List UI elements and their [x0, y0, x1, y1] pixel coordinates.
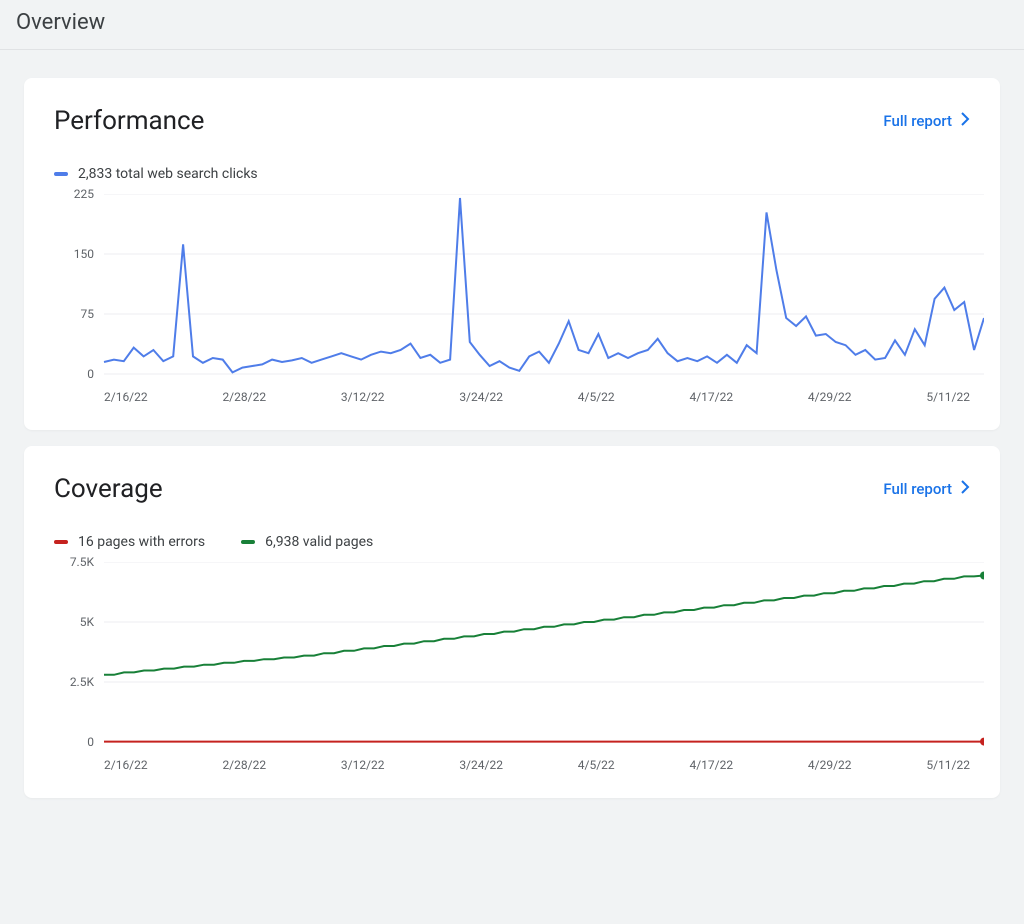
full-report-label: Full report — [883, 112, 952, 130]
x-tick-label: 4/29/22 — [808, 390, 852, 404]
x-tick-label: 4/17/22 — [689, 758, 733, 772]
y-tick-label: 75 — [81, 307, 95, 321]
performance-card-head: Performance Full report — [54, 106, 970, 136]
chart-svg — [54, 194, 984, 378]
x-axis-ticks: 2/16/22 2/28/22 3/12/22 3/24/22 4/5/22 4/17/2… — [104, 390, 970, 404]
chevron-right-icon — [960, 480, 970, 498]
performance-legend: 2,833 total web search clicks — [54, 166, 970, 182]
y-tick-label: 2.5K — [70, 675, 94, 689]
performance-chart: 075150225 2/16/222/28/223/12/223/24/224/… — [54, 194, 970, 406]
x-tick-label: 3/24/22 — [459, 390, 503, 404]
performance-full-report-link[interactable]: Full report — [883, 112, 970, 130]
x-tick-label: 2/16/22 — [104, 758, 148, 772]
coverage-full-report-link[interactable]: Full report — [883, 480, 970, 498]
chart-svg — [54, 562, 984, 746]
y-tick-label: 7.5K — [70, 555, 94, 569]
legend-item-valid[interactable]: 6,938 valid pages — [241, 534, 373, 550]
legend-label-valid: 6,938 valid pages — [265, 534, 373, 550]
y-tick-label: 225 — [74, 187, 94, 201]
x-tick-label: 3/24/22 — [459, 758, 503, 772]
legend-chip-green — [241, 540, 255, 544]
x-tick-label: 3/12/22 — [341, 390, 385, 404]
performance-title: Performance — [54, 106, 204, 136]
legend-item-errors[interactable]: 16 pages with errors — [54, 534, 205, 550]
y-tick-label: 0 — [87, 735, 94, 749]
x-tick-label: 4/17/22 — [689, 390, 733, 404]
x-tick-label: 5/11/22 — [926, 390, 970, 404]
y-tick-label: 5K — [80, 615, 94, 629]
coverage-title: Coverage — [54, 474, 163, 504]
page-title: Overview — [16, 10, 1008, 35]
legend-item-clicks[interactable]: 2,833 total web search clicks — [54, 166, 258, 182]
legend-chip-red — [54, 540, 68, 544]
full-report-label: Full report — [883, 480, 952, 498]
coverage-chart: 02.5K5K7.5K 2/16/222/28/223/12/223/24/22… — [54, 562, 970, 774]
x-tick-label: 2/28/22 — [222, 390, 266, 404]
y-tick-label: 0 — [87, 367, 94, 381]
x-axis-ticks: 2/16/22 2/28/22 3/12/22 3/24/22 4/5/22 4/17/2… — [104, 758, 970, 772]
page-header: Overview — [0, 0, 1024, 50]
x-tick-label: 2/28/22 — [222, 758, 266, 772]
x-tick-label: 3/12/22 — [341, 758, 385, 772]
legend-label-errors: 16 pages with errors — [78, 534, 205, 550]
x-tick-label: 5/11/22 — [926, 758, 970, 772]
coverage-legend: 16 pages with errors 6,938 valid pages — [54, 534, 970, 550]
cards-container: Performance Full report 2,833 total web … — [0, 50, 1024, 826]
chevron-right-icon — [960, 112, 970, 130]
performance-card: Performance Full report 2,833 total web … — [24, 78, 1000, 430]
x-tick-label: 4/5/22 — [578, 390, 615, 404]
legend-label-clicks: 2,833 total web search clicks — [78, 166, 258, 182]
coverage-card: Coverage Full report 16 pages with error… — [24, 446, 1000, 798]
x-tick-label: 4/5/22 — [578, 758, 615, 772]
y-tick-label: 150 — [74, 247, 94, 261]
x-tick-label: 4/29/22 — [808, 758, 852, 772]
x-tick-label: 2/16/22 — [104, 390, 148, 404]
coverage-card-head: Coverage Full report — [54, 474, 970, 504]
legend-chip-blue — [54, 172, 68, 176]
